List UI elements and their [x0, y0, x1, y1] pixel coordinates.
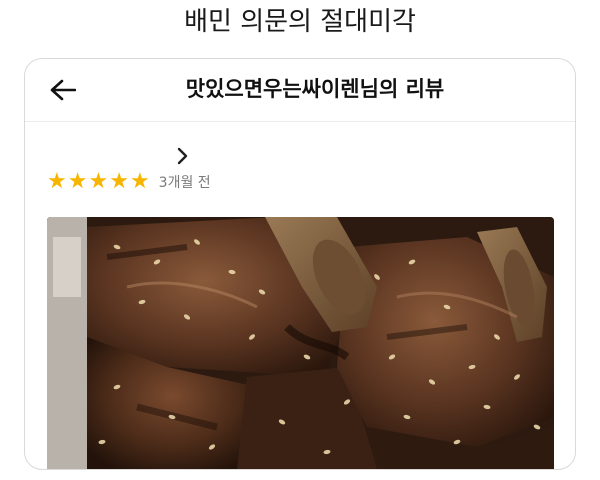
star-icon: ★	[47, 169, 67, 194]
review-screen: 맛있으면우는싸이렌님의 리뷰 ★ ★ ★ ★ ★ 3개월 전	[24, 58, 576, 470]
star-icon: ★	[129, 169, 150, 194]
star-rating: ★ ★ ★ ★ ★	[47, 171, 151, 193]
chevron-right-icon	[177, 147, 188, 165]
star-icon: ★	[88, 169, 109, 194]
page-title: 맛있으면우는싸이렌님의 리뷰	[185, 77, 445, 101]
rating-row: ★ ★ ★ ★ ★ 3개월 전	[47, 169, 211, 195]
reviewer-link[interactable]	[171, 145, 195, 167]
review-date: 3개월 전	[158, 175, 211, 191]
arrow-left-icon	[50, 79, 76, 101]
star-icon: ★	[109, 169, 129, 194]
back-button[interactable]	[45, 75, 81, 105]
grilled-short-ribs-photo	[47, 217, 554, 469]
app-header: 맛있으면우는싸이렌님의 리뷰	[25, 59, 575, 122]
review-photo[interactable]	[47, 217, 554, 469]
star-icon: ★	[67, 169, 88, 194]
page-caption: 배민 의문의 절대미각	[184, 7, 416, 37]
